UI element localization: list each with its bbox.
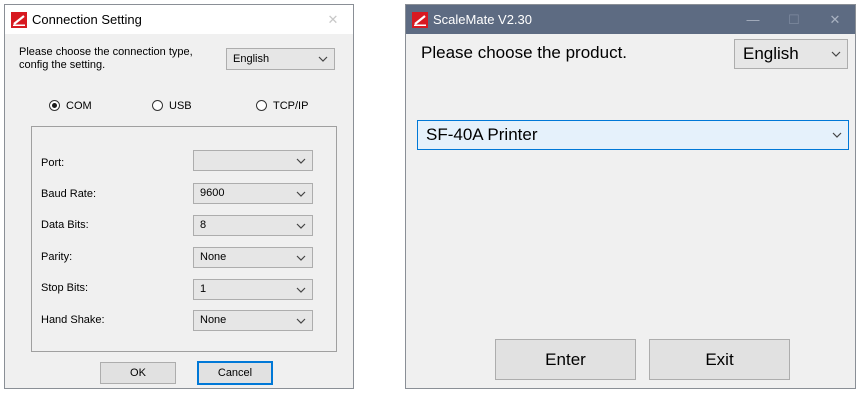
title-bar: ScaleMate V2.30 — ☐ ✕: [406, 5, 855, 34]
radio-label: USB: [169, 100, 192, 112]
parity-value: None: [200, 251, 227, 263]
language-value: English: [233, 53, 270, 65]
exit-button[interactable]: Exit: [649, 339, 790, 380]
language-select[interactable]: English: [734, 39, 848, 69]
maximize-button[interactable]: ☐: [774, 5, 814, 34]
connection-prompt: Please choose the connection type, confi…: [19, 46, 193, 71]
radio-label: COM: [66, 100, 92, 112]
chevron-down-icon: [830, 121, 844, 149]
title-bar: Connection Setting ✕: [5, 5, 353, 34]
chevron-down-icon: [829, 40, 843, 68]
chevron-down-icon: [294, 184, 308, 203]
enter-button[interactable]: Enter: [495, 339, 636, 380]
parity-label: Parity:: [41, 251, 73, 263]
close-button[interactable]: ✕: [815, 5, 855, 34]
product-prompt: Please choose the product.: [421, 43, 628, 62]
close-button[interactable]: ✕: [313, 5, 353, 34]
stop-bits-label: Stop Bits:: [41, 282, 89, 294]
product-value: SF-40A Printer: [426, 125, 538, 144]
parity-select[interactable]: None: [193, 247, 313, 268]
window-title: Connection Setting: [32, 12, 142, 27]
port-label: Port:: [41, 157, 65, 169]
ohaus-logo-icon: [412, 12, 428, 28]
stop-bits-value: 1: [200, 283, 207, 295]
data-bits-value: 8: [200, 219, 207, 231]
language-value: English: [743, 44, 799, 63]
chevron-down-icon: [294, 311, 308, 330]
data-bits-select[interactable]: 8: [193, 215, 313, 236]
hand-shake-select[interactable]: None: [193, 310, 313, 331]
chevron-down-icon: [294, 280, 308, 299]
baud-rate-value: 9600: [200, 187, 225, 199]
radio-circle: [49, 100, 60, 111]
port-select[interactable]: [193, 150, 313, 171]
ok-button[interactable]: OK: [100, 362, 176, 384]
chevron-down-icon: [316, 49, 330, 69]
chevron-down-icon: [294, 151, 308, 170]
radio-circle: [152, 100, 163, 111]
window-title: ScaleMate V2.30: [433, 12, 533, 27]
cancel-button[interactable]: Cancel: [197, 361, 273, 385]
ohaus-logo-icon: [11, 12, 27, 28]
language-select[interactable]: English: [226, 48, 335, 70]
radio-circle: [256, 100, 267, 111]
product-select[interactable]: SF-40A Printer: [417, 120, 849, 150]
baud-rate-label: Baud Rate:: [41, 188, 97, 200]
hand-shake-value: None: [200, 314, 227, 326]
minimize-button[interactable]: —: [733, 5, 773, 34]
data-bits-label: Data Bits:: [41, 219, 89, 231]
stop-bits-select[interactable]: 1: [193, 279, 313, 300]
scalemate-window: ScaleMate V2.30 — ☐ ✕ Please choose the …: [405, 4, 856, 389]
radio-label: TCP/IP: [273, 100, 309, 112]
chevron-down-icon: [294, 248, 308, 267]
baud-rate-select[interactable]: 9600: [193, 183, 313, 204]
connection-setting-dialog: Connection Setting ✕ Please choose the c…: [4, 4, 354, 389]
chevron-down-icon: [294, 216, 308, 235]
hand-shake-label: Hand Shake:: [41, 314, 105, 326]
